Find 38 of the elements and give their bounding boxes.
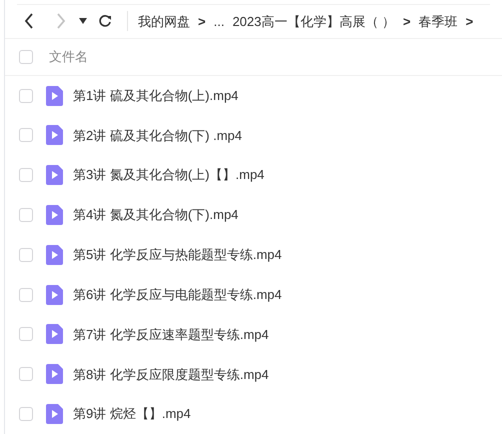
checkbox[interactable]	[19, 407, 33, 422]
checkbox[interactable]	[19, 248, 33, 262]
breadcrumb-separator: >	[402, 12, 411, 31]
checkbox[interactable]	[19, 367, 33, 382]
file-name[interactable]: 第9讲 烷烃【】.mp4	[73, 404, 191, 424]
video-file-icon	[46, 244, 63, 265]
video-file-icon	[46, 125, 63, 146]
breadcrumb-separator: >	[466, 12, 474, 31]
checkbox[interactable]	[19, 208, 33, 222]
breadcrumb-link[interactable]: 我的网盘	[138, 12, 190, 32]
file-name[interactable]: 第5讲 化学反应与热能题型专练.mp4	[73, 245, 282, 265]
video-file-icon	[46, 364, 63, 384]
checkbox[interactable]	[19, 128, 33, 142]
checkbox[interactable]	[19, 327, 33, 342]
breadcrumb-link[interactable]: ...	[214, 12, 224, 32]
file-name[interactable]: 第4讲 氮及其化合物(下).mp4	[73, 205, 238, 225]
video-file-icon	[46, 205, 63, 225]
video-file-icon	[46, 284, 63, 305]
checkbox[interactable]	[19, 168, 33, 182]
checkbox[interactable]	[19, 50, 33, 64]
breadcrumb-link[interactable]: 春季班	[418, 12, 458, 32]
breadcrumb-link[interactable]: 2023高一【化学】高展（ ）	[232, 12, 395, 32]
dropdown-caret-icon[interactable]	[79, 17, 87, 26]
file-name[interactable]: 第2讲 硫及其化合物(下) .mp4	[73, 126, 242, 146]
file-name[interactable]: 第6讲 化学反应与电能题型专练.mp4	[73, 284, 282, 304]
file-name[interactable]: 第7讲 化学反应速率题型专练.mp4	[73, 324, 269, 344]
checkbox[interactable]	[19, 288, 33, 302]
breadcrumb-separator: >	[198, 12, 206, 31]
video-file-icon	[46, 86, 63, 106]
video-file-icon	[46, 404, 63, 424]
file-name[interactable]: 第3讲 氮及其化合物(上)【】.mp4	[73, 165, 264, 185]
refresh-button[interactable]	[97, 13, 113, 30]
video-file-icon	[46, 165, 63, 186]
column-header[interactable]: 文件名	[49, 46, 88, 66]
video-file-icon	[46, 324, 63, 344]
file-name[interactable]: 第1讲 硫及其化合物(上).mp4	[73, 86, 238, 106]
checkbox[interactable]	[19, 88, 33, 103]
file-name[interactable]: 第8讲 化学反应限度题型专练.mp4	[73, 364, 269, 384]
